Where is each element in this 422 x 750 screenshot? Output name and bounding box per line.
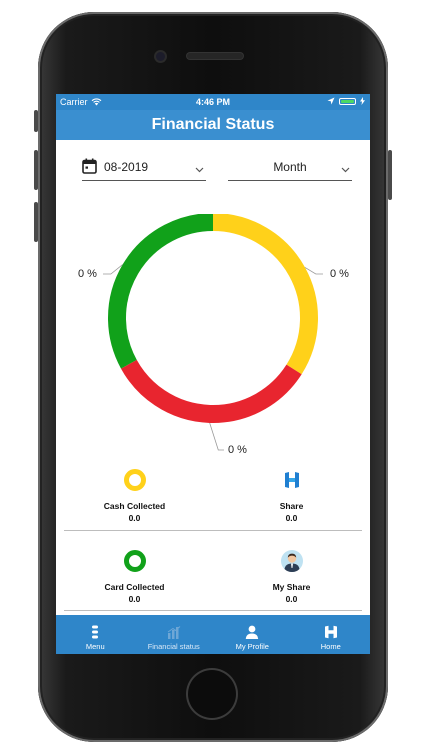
stat-label: Share	[279, 501, 304, 511]
home-logo-icon	[324, 625, 337, 639]
donut-slice-2	[108, 213, 214, 369]
mute-switch	[34, 110, 38, 132]
stat-value: 0.0	[128, 594, 141, 604]
slice-label-red: 0 %	[228, 444, 247, 456]
stat-value: 0.0	[285, 594, 298, 604]
profile-icon	[246, 625, 259, 639]
volume-up-button	[34, 150, 38, 190]
slice-label-green: 0 %	[78, 268, 97, 280]
my-share-stat: My Share 0.0	[213, 549, 370, 604]
chevron-down-icon	[341, 167, 350, 173]
location-arrow-icon	[327, 97, 335, 105]
menu-dots-icon	[92, 625, 99, 639]
share-logo-icon	[281, 470, 302, 490]
stat-label: Card Collected	[104, 582, 165, 592]
page-title: Financial Status	[151, 116, 275, 133]
clock: 4:46 PM	[195, 97, 230, 107]
charging-bolt-icon	[360, 97, 365, 105]
user-avatar-icon	[280, 550, 303, 572]
donut-slice-1	[120, 359, 302, 423]
stat-label: Cash Collected	[103, 501, 166, 511]
tab-label: My Profile	[235, 642, 269, 651]
calendar-icon	[82, 158, 97, 174]
stat-label: My Share	[272, 582, 311, 592]
card-collected-stat: Card Collected 0.0	[56, 549, 213, 604]
tab-financial-status[interactable]: Financial status	[135, 615, 214, 654]
tab-my-profile[interactable]: My Profile	[213, 615, 292, 654]
power-button	[388, 150, 392, 200]
slice-leader-line-1	[209, 422, 224, 451]
financial-donut-chart: 0 % 0 % 0 %	[56, 213, 370, 474]
cash-ring-icon	[123, 469, 146, 491]
app-screen: Carrier 4:46 PM Financial Status 08-2019…	[56, 94, 370, 654]
stat-value: 0.0	[128, 513, 141, 523]
date-picker-field[interactable]: 08-2019	[82, 158, 206, 181]
divider	[64, 610, 362, 611]
cash-collected-stat: Cash Collected 0.0	[56, 468, 213, 523]
tab-menu[interactable]: Menu	[56, 615, 135, 654]
battery-icon	[339, 97, 356, 105]
tab-label: Financial status	[147, 642, 200, 651]
bottom-tab-bar: Menu Financial status My Profile Home	[56, 615, 370, 654]
tab-label: Home	[320, 642, 341, 651]
earpiece-speaker	[187, 53, 243, 59]
bar-chart-icon	[167, 626, 181, 639]
tab-home[interactable]: Home	[292, 615, 371, 654]
share-stat: Share 0.0	[213, 468, 370, 523]
period-select[interactable]: Month	[228, 158, 352, 181]
status-bar: Carrier 4:46 PM	[56, 94, 370, 110]
home-hardware-button[interactable]	[188, 670, 236, 718]
date-value: 08-2019	[104, 160, 149, 174]
slice-label-yellow: 0 %	[330, 268, 349, 280]
volume-down-button	[34, 202, 38, 242]
front-camera	[156, 52, 165, 61]
nav-bar: Financial Status	[56, 110, 370, 140]
donut-slice-0	[212, 213, 318, 375]
divider	[64, 530, 362, 531]
chevron-down-icon	[195, 167, 204, 173]
period-value: Month	[273, 160, 307, 174]
stat-value: 0.0	[285, 513, 298, 523]
card-ring-icon	[123, 550, 146, 572]
tab-label: Menu	[85, 642, 105, 651]
donut-svg	[103, 213, 323, 451]
